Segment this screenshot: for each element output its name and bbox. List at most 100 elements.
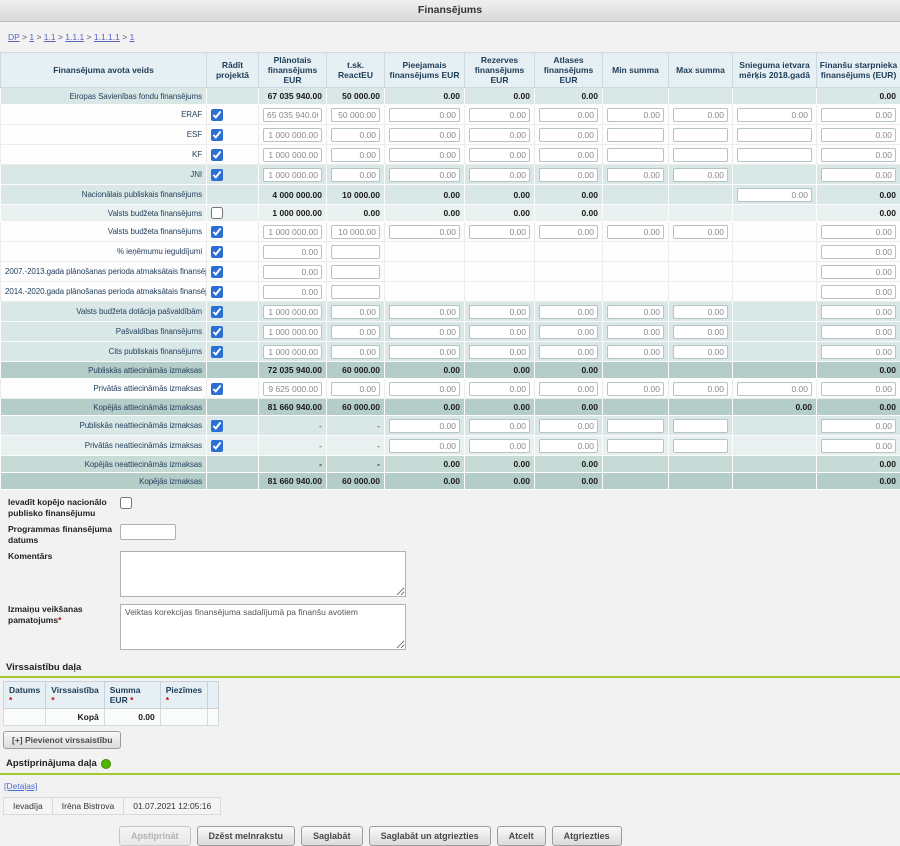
breadcrumb-link[interactable]: DP (8, 32, 20, 42)
amount-input[interactable] (607, 419, 664, 433)
amount-input[interactable] (673, 439, 728, 453)
amount-input[interactable] (607, 325, 664, 339)
breadcrumb-link[interactable]: 1.1.1 (65, 32, 84, 42)
amount-input[interactable] (469, 225, 530, 239)
amount-input[interactable] (331, 285, 380, 299)
amount-input[interactable] (469, 168, 530, 182)
amount-input[interactable] (263, 245, 322, 259)
amount-input[interactable] (263, 148, 322, 162)
amount-input[interactable] (331, 265, 380, 279)
add-virssaistiba-button[interactable]: [+] Pievienot virssaistību (3, 731, 121, 749)
amount-input[interactable] (263, 345, 322, 359)
amount-input[interactable] (263, 325, 322, 339)
show-in-project-checkbox[interactable] (211, 109, 223, 121)
amount-input[interactable] (389, 325, 460, 339)
amount-input[interactable] (263, 108, 322, 122)
amount-input[interactable] (331, 225, 380, 239)
amount-input[interactable] (389, 128, 460, 142)
amount-input[interactable] (539, 382, 598, 396)
show-in-project-checkbox[interactable] (211, 440, 223, 452)
show-in-project-checkbox[interactable] (211, 246, 223, 258)
amount-input[interactable] (673, 108, 728, 122)
amount-input[interactable] (821, 325, 896, 339)
show-in-project-checkbox[interactable] (211, 266, 223, 278)
return-button[interactable]: Atgriezties (552, 826, 622, 846)
amount-input[interactable] (389, 382, 460, 396)
amount-input[interactable] (263, 265, 322, 279)
amount-input[interactable] (331, 305, 380, 319)
amount-input[interactable] (539, 108, 598, 122)
amount-input[interactable] (469, 305, 530, 319)
amount-input[interactable] (607, 305, 664, 319)
amount-input[interactable] (821, 128, 896, 142)
amount-input[interactable] (673, 325, 728, 339)
amount-input[interactable] (469, 419, 530, 433)
show-in-project-checkbox[interactable] (211, 420, 223, 432)
amount-input[interactable] (389, 148, 460, 162)
amount-input[interactable] (263, 168, 322, 182)
amount-input[interactable] (673, 168, 728, 182)
amount-input[interactable] (673, 419, 728, 433)
breadcrumb-link[interactable]: 1.1.1.1 (94, 32, 120, 42)
show-in-project-checkbox[interactable] (211, 207, 223, 219)
cancel-button[interactable]: Atcelt (497, 826, 546, 846)
amount-input[interactable] (821, 225, 896, 239)
amount-input[interactable] (389, 168, 460, 182)
breadcrumb-link[interactable]: 1 (29, 32, 34, 42)
amount-input[interactable] (263, 285, 322, 299)
amount-input[interactable] (263, 305, 322, 319)
amount-input[interactable] (737, 188, 812, 202)
amount-input[interactable] (821, 168, 896, 182)
amount-input[interactable] (331, 168, 380, 182)
amount-input[interactable] (737, 128, 812, 142)
amount-input[interactable] (821, 108, 896, 122)
show-in-project-checkbox[interactable] (211, 306, 223, 318)
justification-textarea[interactable]: Veiktas korekcijas finansējuma sadalījum… (120, 604, 406, 650)
amount-input[interactable] (539, 419, 598, 433)
show-in-project-checkbox[interactable] (211, 346, 223, 358)
amount-input[interactable] (469, 439, 530, 453)
amount-input[interactable] (469, 148, 530, 162)
details-link[interactable]: [Detaļas] (4, 781, 38, 791)
save-button[interactable]: Saglabāt (301, 826, 363, 846)
amount-input[interactable] (821, 382, 896, 396)
amount-input[interactable] (821, 305, 896, 319)
amount-input[interactable] (469, 128, 530, 142)
amount-input[interactable] (673, 148, 728, 162)
show-in-project-checkbox[interactable] (211, 326, 223, 338)
amount-input[interactable] (331, 382, 380, 396)
amount-input[interactable] (607, 439, 664, 453)
amount-input[interactable] (469, 108, 530, 122)
amount-input[interactable] (607, 168, 664, 182)
amount-input[interactable] (389, 419, 460, 433)
show-in-project-checkbox[interactable] (211, 149, 223, 161)
amount-input[interactable] (737, 148, 812, 162)
amount-input[interactable] (821, 245, 896, 259)
show-in-project-checkbox[interactable] (211, 226, 223, 238)
amount-input[interactable] (607, 382, 664, 396)
comment-textarea[interactable] (120, 551, 406, 597)
breadcrumb-link[interactable]: 1.1 (44, 32, 56, 42)
amount-input[interactable] (331, 325, 380, 339)
amount-input[interactable] (389, 345, 460, 359)
national-funding-checkbox[interactable] (120, 497, 132, 509)
show-in-project-checkbox[interactable] (211, 286, 223, 298)
amount-input[interactable] (673, 382, 728, 396)
amount-input[interactable] (607, 108, 664, 122)
amount-input[interactable] (389, 108, 460, 122)
amount-input[interactable] (821, 285, 896, 299)
delete-draft-button[interactable]: Dzēst melnrakstu (197, 826, 296, 846)
amount-input[interactable] (607, 225, 664, 239)
amount-input[interactable] (821, 345, 896, 359)
amount-input[interactable] (331, 345, 380, 359)
amount-input[interactable] (331, 108, 380, 122)
amount-input[interactable] (539, 345, 598, 359)
amount-input[interactable] (539, 148, 598, 162)
amount-input[interactable] (821, 419, 896, 433)
amount-input[interactable] (607, 128, 664, 142)
amount-input[interactable] (607, 345, 664, 359)
amount-input[interactable] (673, 345, 728, 359)
amount-input[interactable] (389, 225, 460, 239)
amount-input[interactable] (539, 439, 598, 453)
save-and-return-button[interactable]: Saglabāt un atgriezties (369, 826, 491, 846)
